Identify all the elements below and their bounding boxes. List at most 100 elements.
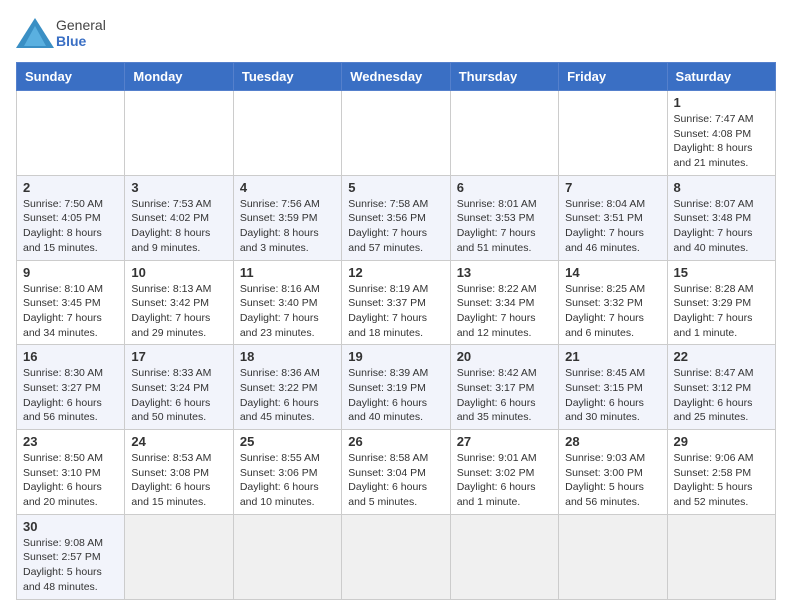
- day-info: Sunrise: 8:30 AM Sunset: 3:27 PM Dayligh…: [23, 366, 118, 425]
- day-info: Sunrise: 8:25 AM Sunset: 3:32 PM Dayligh…: [565, 282, 660, 341]
- day-number: 17: [131, 349, 226, 364]
- day-header-friday: Friday: [559, 63, 667, 91]
- calendar-cell: 21Sunrise: 8:45 AM Sunset: 3:15 PM Dayli…: [559, 345, 667, 430]
- calendar-week-row: 30 Sunrise: 9:08 AM Sunset: 2:57 PM Dayli…: [17, 514, 776, 599]
- calendar-cell: [667, 514, 775, 599]
- calendar-cell: 16 Sunrise: 8:30 AM Sunset: 3:27 PM Dayli…: [17, 345, 125, 430]
- calendar-cell: 20 Sunrise: 8:42 AM Sunset: 3:17 PM Dayli…: [450, 345, 558, 430]
- day-number: 25: [240, 434, 335, 449]
- day-info: Sunrise: 8:16 AM Sunset: 3:40 PM Dayligh…: [240, 282, 335, 341]
- day-number: 7: [565, 180, 660, 195]
- calendar-cell: 26Sunrise: 8:58 AM Sunset: 3:04 PM Dayli…: [342, 430, 450, 515]
- day-number: 21: [565, 349, 660, 364]
- calendar-cell: [450, 514, 558, 599]
- calendar-cell: 4 Sunrise: 7:56 AM Sunset: 3:59 PM Daylig…: [233, 175, 341, 260]
- day-header-saturday: Saturday: [667, 63, 775, 91]
- day-info: Sunrise: 8:39 AM Sunset: 3:19 PM Dayligh…: [348, 366, 443, 425]
- calendar-week-row: 1 Sunrise: 7:47 AM Sunset: 4:08 PM Daylig…: [17, 91, 776, 176]
- day-number: 23: [23, 434, 118, 449]
- calendar-cell: 22Sunrise: 8:47 AM Sunset: 3:12 PM Dayli…: [667, 345, 775, 430]
- calendar-cell: 3 Sunrise: 7:53 AM Sunset: 4:02 PM Daylig…: [125, 175, 233, 260]
- calendar-cell: [559, 514, 667, 599]
- day-info: Sunrise: 8:10 AM Sunset: 3:45 PM Dayligh…: [23, 282, 118, 341]
- calendar-cell: [17, 91, 125, 176]
- day-number: 12: [348, 265, 443, 280]
- day-info: Sunrise: 7:58 AM Sunset: 3:56 PM Dayligh…: [348, 197, 443, 256]
- day-info: Sunrise: 8:19 AM Sunset: 3:37 PM Dayligh…: [348, 282, 443, 341]
- logo: General Blue: [16, 16, 106, 50]
- day-info: Sunrise: 9:03 AM Sunset: 3:00 PM Dayligh…: [565, 451, 660, 510]
- calendar-week-row: 9 Sunrise: 8:10 AM Sunset: 3:45 PM Daylig…: [17, 260, 776, 345]
- day-number: 24: [131, 434, 226, 449]
- calendar-cell: 15 Sunrise: 8:28 AM Sunset: 3:29 PM Dayli…: [667, 260, 775, 345]
- day-info: Sunrise: 8:28 AM Sunset: 3:29 PM Dayligh…: [674, 282, 769, 341]
- day-info: Sunrise: 8:04 AM Sunset: 3:51 PM Dayligh…: [565, 197, 660, 256]
- day-info: Sunrise: 9:08 AM Sunset: 2:57 PM Dayligh…: [23, 536, 118, 595]
- day-number: 4: [240, 180, 335, 195]
- calendar-cell: 11 Sunrise: 8:16 AM Sunset: 3:40 PM Dayli…: [233, 260, 341, 345]
- day-info: Sunrise: 8:22 AM Sunset: 3:34 PM Dayligh…: [457, 282, 552, 341]
- calendar-cell: [233, 514, 341, 599]
- calendar-cell: 14 Sunrise: 8:25 AM Sunset: 3:32 PM Dayli…: [559, 260, 667, 345]
- day-number: 19: [348, 349, 443, 364]
- day-number: 16: [23, 349, 118, 364]
- day-number: 26: [348, 434, 443, 449]
- calendar-cell: 9 Sunrise: 8:10 AM Sunset: 3:45 PM Daylig…: [17, 260, 125, 345]
- day-number: 3: [131, 180, 226, 195]
- calendar-cell: [125, 514, 233, 599]
- day-info: Sunrise: 8:55 AM Sunset: 3:06 PM Dayligh…: [240, 451, 335, 510]
- calendar-cell: 17 Sunrise: 8:33 AM Sunset: 3:24 PM Dayli…: [125, 345, 233, 430]
- day-number: 15: [674, 265, 769, 280]
- calendar-cell: 12 Sunrise: 8:19 AM Sunset: 3:37 PM Dayli…: [342, 260, 450, 345]
- day-number: 20: [457, 349, 552, 364]
- calendar-cell: 18Sunrise: 8:36 AM Sunset: 3:22 PM Dayli…: [233, 345, 341, 430]
- calendar-cell: 5 Sunrise: 7:58 AM Sunset: 3:56 PM Daylig…: [342, 175, 450, 260]
- day-number: 18: [240, 349, 335, 364]
- day-number: 28: [565, 434, 660, 449]
- day-info: Sunrise: 8:01 AM Sunset: 3:53 PM Dayligh…: [457, 197, 552, 256]
- calendar-cell: 25 Sunrise: 8:55 AM Sunset: 3:06 PM Dayli…: [233, 430, 341, 515]
- calendar-cell: [342, 91, 450, 176]
- calendar-cell: 8Sunrise: 8:07 AM Sunset: 3:48 PM Daylig…: [667, 175, 775, 260]
- day-number: 5: [348, 180, 443, 195]
- calendar-cell: 29Sunrise: 9:06 AM Sunset: 2:58 PM Dayli…: [667, 430, 775, 515]
- day-info: Sunrise: 8:53 AM Sunset: 3:08 PM Dayligh…: [131, 451, 226, 510]
- day-number: 29: [674, 434, 769, 449]
- day-info: Sunrise: 8:42 AM Sunset: 3:17 PM Dayligh…: [457, 366, 552, 425]
- day-info: Sunrise: 7:53 AM Sunset: 4:02 PM Dayligh…: [131, 197, 226, 256]
- day-number: 13: [457, 265, 552, 280]
- logo-blue-label: Blue: [56, 33, 106, 49]
- calendar-cell: 30 Sunrise: 9:08 AM Sunset: 2:57 PM Dayli…: [17, 514, 125, 599]
- calendar-header-row: SundayMondayTuesdayWednesdayThursdayFrid…: [17, 63, 776, 91]
- day-number: 14: [565, 265, 660, 280]
- day-info: Sunrise: 8:47 AM Sunset: 3:12 PM Dayligh…: [674, 366, 769, 425]
- day-info: Sunrise: 8:13 AM Sunset: 3:42 PM Dayligh…: [131, 282, 226, 341]
- day-info: Sunrise: 7:50 AM Sunset: 4:05 PM Dayligh…: [23, 197, 118, 256]
- day-number: 30: [23, 519, 118, 534]
- calendar-week-row: 23Sunrise: 8:50 AM Sunset: 3:10 PM Dayli…: [17, 430, 776, 515]
- day-number: 6: [457, 180, 552, 195]
- day-header-sunday: Sunday: [17, 63, 125, 91]
- calendar-cell: 27Sunrise: 9:01 AM Sunset: 3:02 PM Dayli…: [450, 430, 558, 515]
- day-number: 1: [674, 95, 769, 110]
- calendar-cell: 13 Sunrise: 8:22 AM Sunset: 3:34 PM Dayli…: [450, 260, 558, 345]
- day-info: Sunrise: 8:07 AM Sunset: 3:48 PM Dayligh…: [674, 197, 769, 256]
- day-info: Sunrise: 9:01 AM Sunset: 3:02 PM Dayligh…: [457, 451, 552, 510]
- calendar-cell: 6 Sunrise: 8:01 AM Sunset: 3:53 PM Daylig…: [450, 175, 558, 260]
- calendar-cell: 24 Sunrise: 8:53 AM Sunset: 3:08 PM Dayli…: [125, 430, 233, 515]
- calendar-week-row: 16 Sunrise: 8:30 AM Sunset: 3:27 PM Dayli…: [17, 345, 776, 430]
- day-info: Sunrise: 7:47 AM Sunset: 4:08 PM Dayligh…: [674, 112, 769, 171]
- day-number: 11: [240, 265, 335, 280]
- calendar-week-row: 2Sunrise: 7:50 AM Sunset: 4:05 PM Daylig…: [17, 175, 776, 260]
- calendar-cell: 2Sunrise: 7:50 AM Sunset: 4:05 PM Daylig…: [17, 175, 125, 260]
- calendar-cell: 7 Sunrise: 8:04 AM Sunset: 3:51 PM Daylig…: [559, 175, 667, 260]
- calendar-cell: [125, 91, 233, 176]
- calendar-cell: 23Sunrise: 8:50 AM Sunset: 3:10 PM Dayli…: [17, 430, 125, 515]
- day-number: 9: [23, 265, 118, 280]
- day-info: Sunrise: 7:56 AM Sunset: 3:59 PM Dayligh…: [240, 197, 335, 256]
- day-info: Sunrise: 8:33 AM Sunset: 3:24 PM Dayligh…: [131, 366, 226, 425]
- calendar-table: SundayMondayTuesdayWednesdayThursdayFrid…: [16, 62, 776, 600]
- calendar-cell: [450, 91, 558, 176]
- logo-general-label: General: [56, 17, 106, 33]
- day-header-thursday: Thursday: [450, 63, 558, 91]
